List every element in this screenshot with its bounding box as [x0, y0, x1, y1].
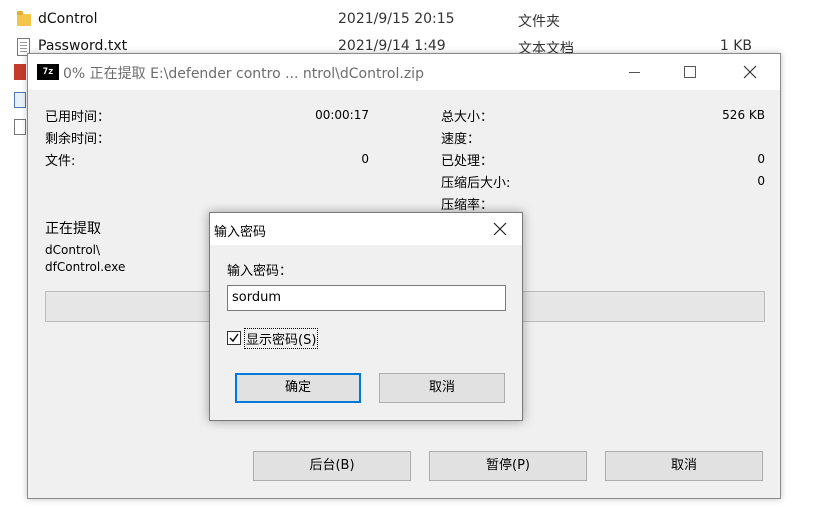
document-file-icon	[14, 119, 26, 135]
window-titlebar[interactable]: 7z 0% 正在提取 E:\defender contro ... ntrol\…	[28, 54, 780, 90]
current-path: dControl\	[45, 243, 101, 257]
password-input[interactable]: sordum	[227, 285, 506, 311]
compressed-size-label: 压缩后大小:	[441, 176, 511, 191]
processed-value: 0	[757, 152, 765, 166]
checkmark-icon	[229, 333, 239, 343]
show-password-label[interactable]: 显示密码(S)	[243, 328, 319, 349]
file-type: 文件夹	[518, 14, 560, 30]
file-date: 2021/9/15 20:15	[338, 11, 455, 27]
show-password-checkbox[interactable]	[227, 331, 241, 345]
file-row-folder[interactable]: dControl 2021/9/15 20:15 文件夹	[0, 8, 825, 34]
desktop-stage: dControl 2021/9/15 20:15 文件夹 Password.tx…	[0, 0, 825, 516]
dialog-titlebar[interactable]: 输入密码	[210, 213, 522, 245]
file-name: dControl	[38, 11, 98, 27]
background-button[interactable]: 后台(B)	[253, 451, 411, 481]
remaining-time-label: 剩余时间：	[45, 132, 111, 147]
window-title: 0% 正在提取 E:\defender contro ... ntrol\dCo…	[63, 66, 424, 82]
password-field-label: 输入密码：	[227, 264, 293, 279]
total-size-label: 总大小：	[441, 110, 494, 125]
7zip-logo-icon: 7z	[37, 64, 59, 80]
elapsed-time-label: 已用时间：	[45, 110, 111, 125]
maximize-button[interactable]	[662, 54, 718, 90]
extracting-heading: 正在提取	[45, 221, 101, 237]
archive-file-icon	[14, 64, 26, 80]
close-button[interactable]	[722, 54, 778, 90]
cancel-extract-button[interactable]: 取消	[605, 451, 763, 481]
minimize-button[interactable]	[606, 54, 662, 90]
ok-button[interactable]: 确定	[235, 373, 361, 403]
minimize-icon	[628, 71, 640, 73]
close-icon	[493, 222, 507, 236]
file-date: 2021/9/14 1:49	[338, 38, 446, 54]
compressed-size-value: 0	[757, 174, 765, 188]
files-label: 文件:	[45, 154, 76, 169]
current-file: dfControl.exe	[45, 260, 126, 274]
dialog-title: 输入密码	[214, 225, 267, 240]
close-icon	[743, 65, 757, 79]
compression-ratio-label: 压缩率：	[441, 198, 494, 213]
password-dialog: 输入密码 输入密码： sordum 显示密码(S) 确定 取消	[209, 212, 523, 421]
dialog-close-button[interactable]	[478, 213, 522, 245]
files-value: 0	[361, 152, 369, 166]
dialog-cancel-button[interactable]: 取消	[379, 373, 505, 403]
elapsed-time-value: 00:00:17	[315, 108, 369, 122]
file-size: 1 KB	[719, 38, 752, 54]
folder-icon	[17, 11, 31, 26]
speed-label: 速度：	[441, 132, 481, 147]
maximize-icon	[684, 66, 696, 78]
image-file-icon	[14, 92, 26, 108]
pause-button[interactable]: 暂停(P)	[429, 451, 587, 481]
processed-label: 已处理：	[441, 154, 494, 169]
file-name: Password.txt	[38, 38, 128, 54]
total-size-value: 526 KB	[722, 108, 765, 122]
